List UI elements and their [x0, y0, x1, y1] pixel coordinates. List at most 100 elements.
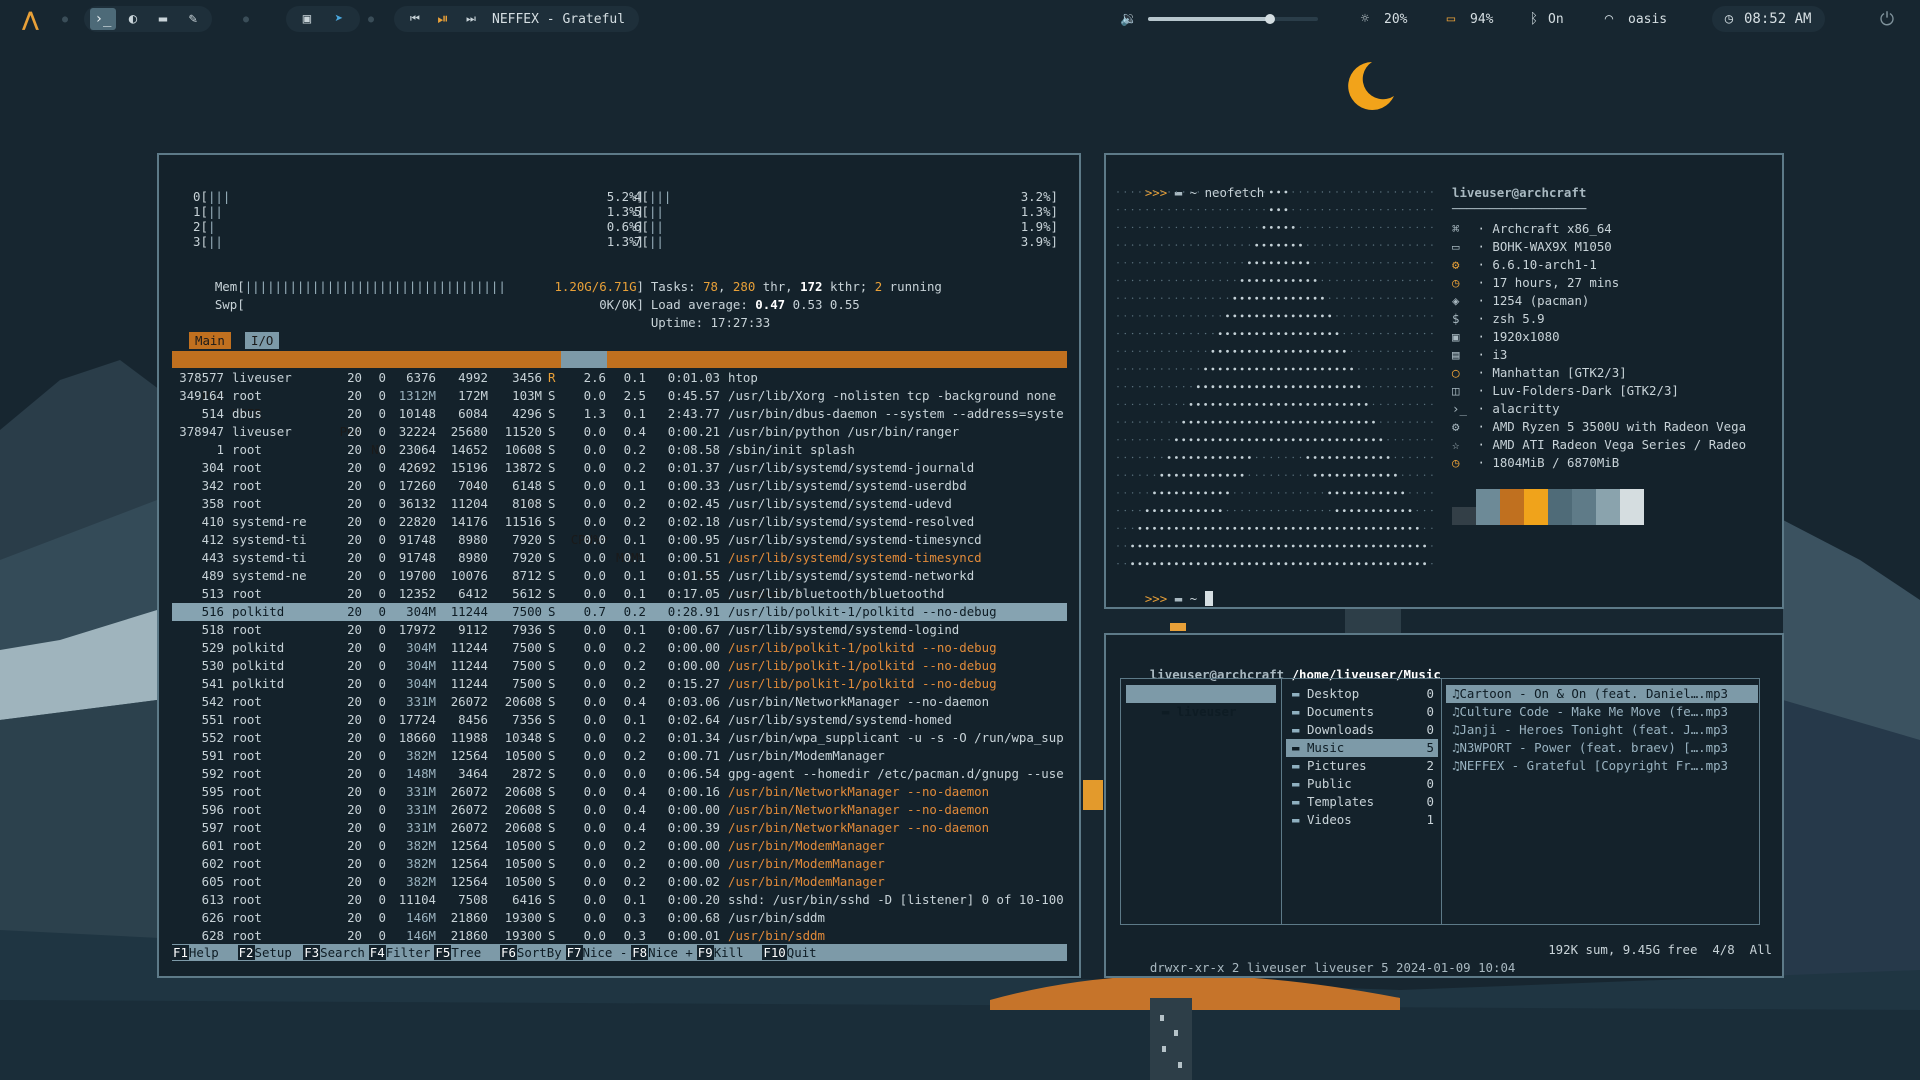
ascii-dot	[1190, 262, 1192, 264]
browser-icon[interactable]: ◐	[120, 8, 146, 30]
launcher-button[interactable]: ⋀	[22, 6, 39, 32]
ascii-dot	[1343, 279, 1345, 282]
table-row[interactable]: 410 systemd-re 20 0 22820 14176 11516 S 0.0 0.2 0:…	[172, 513, 1067, 531]
volume-icon[interactable]: 🔉	[1116, 8, 1142, 30]
dir-item-downloads[interactable]: ▬ Downloads 0	[1286, 721, 1438, 739]
mem-cell: 0.1	[623, 550, 646, 565]
fkey-f9[interactable]: F9Kill	[696, 944, 759, 961]
table-row[interactable]: 605 root 20 0 382M 12564 10500 S 0.0 0.2 0:00.02/u…	[172, 873, 1067, 891]
table-row[interactable]: 378577 liveuser 20 0 6376 4992 3456 R 2.6 0.1 0:01…	[172, 369, 1067, 387]
ascii-dot	[1342, 544, 1346, 548]
tab-main[interactable]: Main	[189, 332, 231, 349]
dir-item-pictures[interactable]: ▬ Pictures 2	[1286, 757, 1438, 775]
telegram-icon[interactable]: ➤	[326, 8, 352, 30]
pause-icon[interactable]: ⏯	[430, 8, 456, 30]
ascii-dot	[1190, 368, 1192, 370]
ascii-dot	[1269, 208, 1273, 212]
fkey-f2[interactable]: F2Setup	[237, 944, 300, 961]
file-item[interactable]: ♫N3WPORT - Power (feat. braev) [….mp3	[1446, 739, 1758, 757]
table-row[interactable]: 378947 liveuser 20 0 32224 25680 11520 S 0.0 0.4 0…	[172, 423, 1067, 441]
table-row[interactable]: 595 root 20 0 331M 26072 20608 S 0.0 0.4 0:00.16/u…	[172, 783, 1067, 801]
fkey-f7[interactable]: F7Nice -	[565, 944, 627, 961]
fkey-f5[interactable]: F5Tree	[434, 944, 496, 961]
table-row[interactable]: 1 root 20 0 23064 14652 10608 S 0.0 0.2 0:08.58/sb…	[172, 441, 1067, 459]
dir-item-videos[interactable]: ▬ Videos 1	[1286, 811, 1438, 829]
bluetooth-indicator[interactable]: ᛒ On	[1526, 6, 1564, 32]
file-item[interactable]: ♫Cartoon - On & On (feat. Daniel….mp3	[1446, 685, 1758, 703]
table-row-selected[interactable]: 516 polkitd 20 0 304M 11244 7500 S 0.7 0.2 0:28.91…	[172, 603, 1067, 621]
volume-slider-knob[interactable]	[1265, 14, 1276, 24]
editor-icon[interactable]: ✎	[180, 8, 206, 30]
table-row[interactable]: 541 polkitd 20 0 304M 11244 7500 S 0.0 0.2 0:15.27…	[172, 675, 1067, 693]
ascii-dot	[1292, 209, 1294, 211]
file-item[interactable]: ♫NEFFEX - Grateful [Copyright Fr….mp3	[1446, 757, 1758, 775]
fkey-f8[interactable]: F8Nice +	[631, 944, 693, 961]
table-row[interactable]: 542 root 20 0 331M 26072 20608 S 0.0 0.4 0:03.06/u…	[172, 693, 1067, 711]
dir-item-public[interactable]: ▬ Public 0	[1286, 775, 1438, 793]
table-row[interactable]: 304 root 20 0 42692 15196 13872 S 0.0 0.2 0:01.37/…	[172, 459, 1067, 477]
table-row[interactable]: 601 root 20 0 382M 12564 10500 S 0.0 0.2 0:00.00/u…	[172, 837, 1067, 855]
ascii-dot	[1364, 562, 1368, 566]
table-row[interactable]: 551 root 20 0 17724 8456 7356 S 0.0 0.1 0:02.64/us…	[172, 711, 1067, 729]
table-row[interactable]: 626 root 20 0 146M 21860 19300 S 0.0 0.3 0:00.68/u…	[172, 909, 1067, 927]
table-row[interactable]: 349164 root 20 0 1312M 172M 103M S 0.0 2.5 0:45.57…	[172, 387, 1067, 405]
table-row[interactable]: 412 systemd-ti 20 0 91748 8980 7920 S 0.0 0.1 0:00…	[172, 531, 1067, 549]
fkey-f4[interactable]: F4Filter	[368, 944, 430, 961]
next-track-icon[interactable]: ⏭	[458, 8, 484, 30]
fkey-f3[interactable]: F3Search	[303, 944, 365, 961]
terminal-icon[interactable]: ›_	[90, 8, 116, 30]
fkey-f10[interactable]: F10Quit	[762, 944, 831, 961]
user-cell: systemd-re	[232, 514, 307, 529]
dir-item-desktop[interactable]: ▬ Desktop 0	[1286, 685, 1438, 703]
virt-cell: 17972	[398, 622, 436, 637]
fkey-f1[interactable]: F1Help	[172, 944, 234, 961]
power-button[interactable]: ⏻	[1874, 6, 1900, 32]
table-row[interactable]: 602 root 20 0 382M 12564 10500 S 0.0 0.2 0:00.00/u…	[172, 855, 1067, 873]
ascii-dot	[1241, 509, 1243, 512]
table-row[interactable]: 518 root 20 0 17972 9112 7936 S 0.0 0.1 0:00.67/us…	[172, 621, 1067, 639]
table-row[interactable]: 596 root 20 0 331M 26072 20608 S 0.0 0.4 0:00.00/u…	[172, 801, 1067, 819]
table-row[interactable]: 513 root 20 0 12352 6412 5612 S 0.0 0.1 0:17.05/us…	[172, 585, 1067, 603]
dir-item-music[interactable]: ▬ Music 5	[1286, 739, 1438, 757]
tab-io[interactable]: I/O	[245, 332, 280, 349]
ascii-dot	[1161, 209, 1163, 211]
function-key-bar: F1Help F2Setup F3Search F4Filter F5Tree F6…	[172, 944, 1067, 961]
table-row[interactable]: 529 polkitd 20 0 304M 11244 7500 S 0.0 0.2 0:00.00…	[172, 639, 1067, 657]
table-row[interactable]: 358 root 20 0 36132 11204 8108 S 0.0 0.2 0:02.45/u…	[172, 495, 1067, 513]
dir-item-templates[interactable]: ▬ Templates 0	[1286, 793, 1438, 811]
ascii-dot	[1431, 492, 1433, 494]
htop-terminal-window[interactable]: 0[||| 5.2%] 1[|| 1.3%] 2[| 0.6%] 3[|| 1.3%] 4[||…	[157, 153, 1081, 978]
parent-dir-liveuser[interactable]: ▬ liveuser	[1126, 685, 1276, 719]
wifi-indicator[interactable]: ◠ oasis	[1596, 6, 1667, 32]
fkey-f6[interactable]: F6SortBy	[500, 944, 562, 961]
clipboard-icon[interactable]: ▣	[294, 8, 320, 30]
previous-track-icon[interactable]: ⏮	[402, 8, 428, 30]
table-row[interactable]: 628 root 20 0 146M 21860 19300 S 0.0 0.3 0:00.01/u…	[172, 927, 1067, 945]
clock[interactable]: ◷ 08:52 AM	[1712, 6, 1826, 32]
ascii-dot	[1270, 509, 1272, 512]
brightness-indicator[interactable]: ☼ 20%	[1352, 6, 1408, 32]
table-row[interactable]: 342 root 20 0 17260 7040 6148 S 0.0 0.1 0:00.33/us…	[172, 477, 1067, 495]
table-row[interactable]: 613 root 20 0 11104 7508 6416 S 0.0 0.1 0:00.20 ssh…	[172, 891, 1067, 909]
user-cell: systemd-ne	[232, 568, 307, 583]
ranger-file-manager-window[interactable]: liveuser@archcraft /home/liveuser/Music …	[1104, 633, 1784, 978]
table-row[interactable]: 443 systemd-ti 20 0 91748 8980 7920 S 0.0 0.1 0:00…	[172, 549, 1067, 567]
battery-indicator[interactable]: ▭ 94%	[1438, 6, 1494, 32]
dir-item-documents[interactable]: ▬ Documents 0	[1286, 703, 1438, 721]
table-row[interactable]: 591 root 20 0 382M 12564 10500 S 0.0 0.2 0:00.71/u…	[172, 747, 1067, 765]
folder-icon[interactable]: ▬	[150, 8, 176, 30]
table-row[interactable]: 592 root 20 0 148M 3464 2872 S 0.0 0.0 0:06.54 gpg-…	[172, 765, 1067, 783]
table-row[interactable]: 552 root 20 0 18660 11988 10348 S 0.0 0.2 0:01.34/…	[172, 729, 1067, 747]
file-item[interactable]: ♫Janji - Heroes Tonight (feat. J….mp3	[1446, 721, 1758, 739]
table-row[interactable]: 597 root 20 0 331M 26072 20608 S 0.0 0.4 0:00.39/u…	[172, 819, 1067, 837]
ascii-dot	[1219, 297, 1221, 299]
ascii-dot	[1240, 279, 1244, 282]
command-cell: /usr/bin/NetworkManager --no-daemon	[728, 820, 990, 835]
command-prompt-active[interactable]: >>> ▬ ~	[1115, 572, 1213, 626]
table-row[interactable]: 514 dbus 20 0 10148 6084 4296 S 1.3 0.1 2:43.77/us…	[172, 405, 1067, 423]
table-row[interactable]: 530 polkitd 20 0 304M 11244 7500 S 0.0 0.2 0:00.00…	[172, 657, 1067, 675]
neofetch-terminal-window[interactable]: >>> ▬ ~ neofetch liveuser@archcraft ────…	[1104, 153, 1784, 609]
table-row[interactable]: 489 systemd-ne 20 0 19700 10076 8712 S 0.0 0.1 0:0…	[172, 567, 1067, 585]
file-item[interactable]: ♫Culture Code - Make Me Move (fe….mp3	[1446, 703, 1758, 721]
volume-slider[interactable]	[1148, 14, 1318, 24]
